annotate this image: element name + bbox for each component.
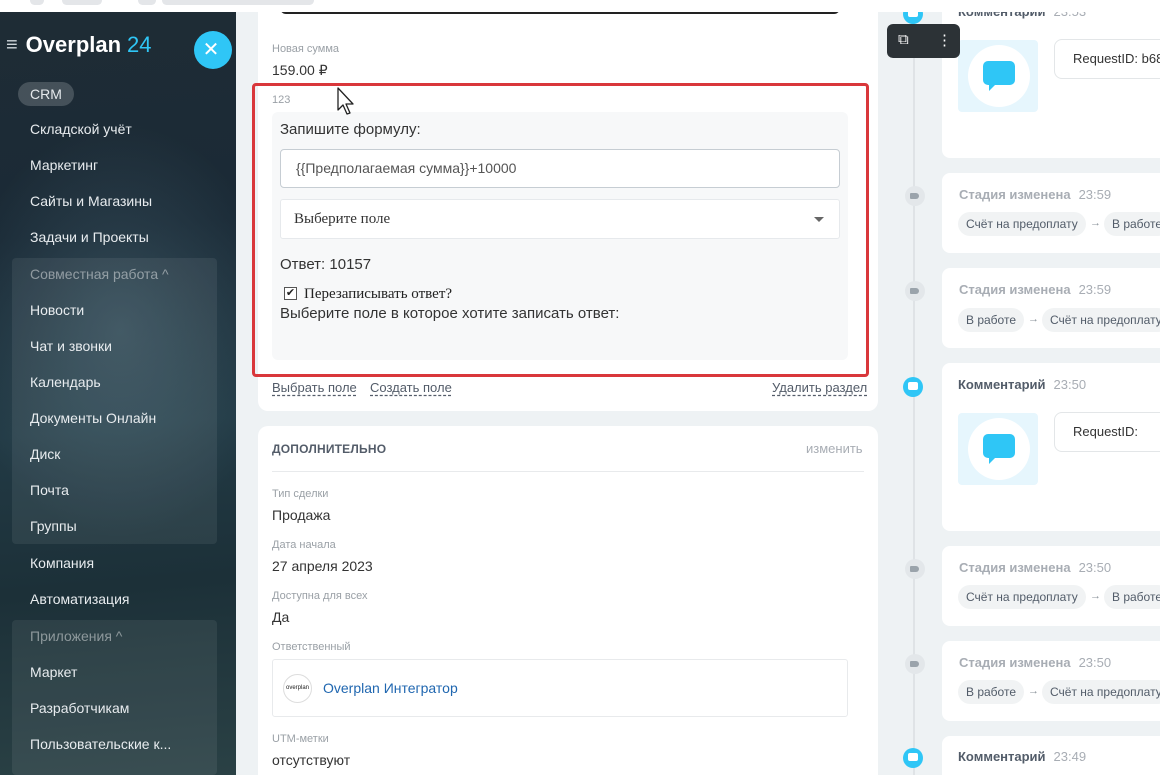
stage-title: Стадия изменена 23:50 (959, 560, 1112, 575)
new-sum-value[interactable]: 159.00 ₽ (272, 62, 328, 79)
mouse-cursor-icon (337, 87, 354, 115)
open-external-icon[interactable]: ⧉ (898, 31, 909, 48)
sidebar-item-marketing[interactable]: Маркетинг (30, 157, 98, 173)
sidebar-item-tasks[interactable]: Задачи и Проекты (30, 229, 149, 245)
stage-from: В работе (958, 680, 1025, 704)
deal-type-value[interactable]: Продажа (272, 507, 330, 523)
extra-title: ДОПОЛНИТЕЛЬНО (272, 442, 387, 456)
request-id-box[interactable]: RequestID: b68 (1054, 39, 1160, 79)
sidebar-section-apps[interactable]: Приложения ^ (30, 628, 122, 644)
sidebar-item-news[interactable]: Новости (30, 302, 84, 318)
start-date-label: Дата начала (272, 539, 336, 551)
tab-icon (30, 0, 44, 5)
more-menu-icon[interactable]: ⋮ (937, 31, 952, 49)
arrow-right-icon: → (1090, 217, 1101, 229)
sidebar-item-automation[interactable]: Автоматизация (30, 591, 129, 607)
avatar: overplan (283, 674, 312, 703)
comment-dot-icon (903, 377, 923, 397)
sidebar-item-crm[interactable]: CRM (18, 82, 74, 106)
arrow-right-icon: → (1028, 313, 1039, 325)
start-date-value[interactable]: 27 апреля 2023 (272, 558, 373, 574)
image-toolbar: ⧉ ⋮ (887, 24, 960, 58)
utm-value: отсутствуют (272, 752, 351, 768)
stage-to: Счёт на предоплату (1042, 308, 1160, 332)
request-id-box[interactable]: RequestID: (1054, 412, 1160, 452)
tab-blob (62, 0, 102, 5)
stage-to: В работе (1104, 585, 1160, 609)
sidebar-item-calendar[interactable]: Календарь (30, 374, 101, 390)
tag-icon (905, 654, 925, 674)
formula-title: Запишите формулу: (280, 121, 421, 138)
sidebar-item-sites[interactable]: Сайты и Магазины (30, 193, 152, 209)
timeline-comment-title: Комментарий 23:50 (958, 377, 1087, 392)
tab-blob (162, 0, 314, 5)
stage-title: Стадия изменена 23:50 (959, 655, 1112, 670)
stage-title: Стадия изменена 23:59 (959, 187, 1112, 202)
formula-input[interactable]: {{Предполагаемая сумма}}+10000 (280, 149, 840, 188)
sidebar-item-mail[interactable]: Почта (30, 482, 69, 498)
stage-from: Счёт на предоплату (958, 585, 1086, 609)
choose-target-label: Выберите поле в которое хотите записать … (280, 305, 620, 322)
brand: ≡ Overplan 24 (6, 32, 152, 58)
available-label: Доступна для всех (272, 590, 368, 602)
sidebar-item-company[interactable]: Компания (30, 555, 94, 571)
stage-title: Стадия изменена 23:59 (959, 282, 1112, 297)
sidebar-item-developers[interactable]: Разработчикам (30, 700, 129, 716)
arrow-right-icon: → (1028, 685, 1039, 697)
timeline-comment-title: Комментарий 23:49 (958, 749, 1087, 764)
sidebar: ≡ Overplan 24 ✕ CRM Складской учёт Маркет… (0, 0, 236, 775)
stage-from: Счёт на предоплату (958, 212, 1086, 236)
sidebar-item-market[interactable]: Маркет (30, 664, 77, 680)
divider (272, 471, 864, 472)
stage-from: В работе (958, 308, 1025, 332)
sidebar-item-groups[interactable]: Группы (30, 518, 77, 534)
tag-icon (905, 281, 925, 301)
browser-top-strip (0, 0, 1160, 12)
overwrite-checkbox[interactable]: ✔ (284, 287, 297, 300)
available-value[interactable]: Да (272, 609, 289, 625)
deal-type-label: Тип сделки (272, 488, 329, 500)
comment-chat-icon (958, 40, 1038, 112)
sidebar-item-warehouse[interactable]: Складской учёт (30, 121, 132, 137)
tab-blob (138, 0, 156, 5)
close-slider-button[interactable]: ✕ (194, 31, 232, 69)
responsible-name[interactable]: Overplan Интегратор (323, 680, 458, 696)
choose-field-link[interactable]: Выбрать поле (272, 380, 357, 395)
field-select-value: Выберите поле (294, 211, 391, 227)
menu-icon[interactable]: ≡ (6, 35, 18, 55)
logo[interactable]: Overplan 24 (26, 32, 152, 58)
tag-icon (905, 186, 925, 206)
tag-icon (905, 559, 925, 579)
sidebar-item-chat[interactable]: Чат и звонки (30, 338, 112, 354)
stage-to: В работе (1104, 212, 1160, 236)
answer-text: Ответ: 10157 (280, 256, 372, 273)
sidebar-item-docs[interactable]: Документы Онлайн (30, 410, 156, 426)
new-sum-label: Новая сумма (272, 43, 340, 55)
create-field-link[interactable]: Создать поле (370, 380, 452, 395)
overwrite-label: Перезаписывать ответ? (304, 286, 453, 302)
extra-edit-link[interactable]: изменить (806, 441, 863, 456)
sidebar-item-custom[interactable]: Пользовательские к... (30, 736, 171, 752)
comment-chat-icon (958, 413, 1038, 485)
chevron-down-icon (814, 217, 824, 222)
arrow-right-icon: → (1090, 590, 1101, 602)
responsible-label: Ответственный (272, 641, 351, 653)
utm-label: UTM-метки (272, 733, 329, 745)
comment-dot-icon (903, 748, 923, 768)
sidebar-section-collab[interactable]: Совместная работа ^ (30, 266, 169, 282)
field-select[interactable]: Выберите поле (280, 199, 840, 239)
field-123-label: 123 (272, 94, 291, 106)
collab-group (12, 258, 217, 544)
stage-to: Счёт на предоплату (1042, 680, 1160, 704)
delete-section-link[interactable]: Удалить раздел (772, 380, 867, 395)
sidebar-item-disk[interactable]: Диск (30, 446, 60, 462)
